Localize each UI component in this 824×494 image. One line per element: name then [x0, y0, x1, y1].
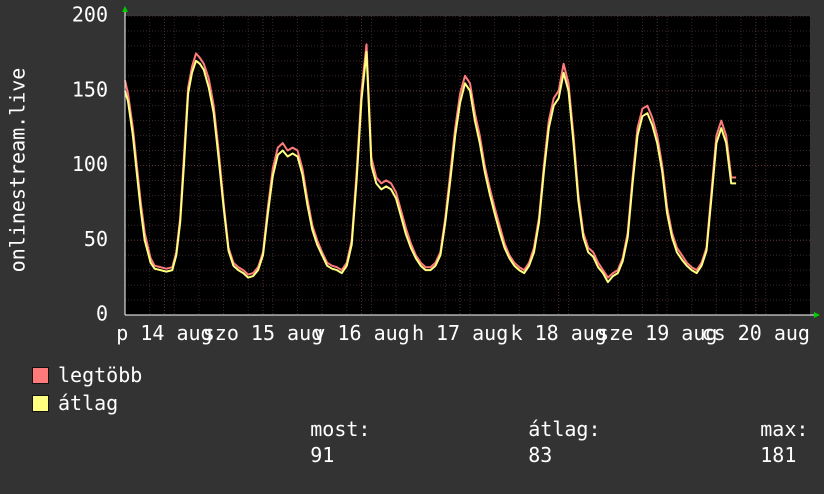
legend-swatch-max	[32, 367, 49, 384]
stat-avg-value: 83	[528, 443, 553, 467]
x-tick-label: sze 19 aug	[597, 321, 717, 345]
y-tick-label: 50	[84, 227, 108, 251]
legend-row-max: legtöbb	[32, 362, 822, 390]
y-tick-label: 200	[72, 3, 108, 27]
y-tick-label: 150	[72, 77, 108, 101]
y-tick-label: 100	[72, 152, 108, 176]
y-axis-arrow	[122, 6, 128, 12]
stat-now-value: 91	[310, 443, 335, 467]
legend: legtöbb átlag most: 91 átlag: 83 max: 18…	[32, 362, 822, 467]
stat-max-label: max:	[760, 417, 809, 441]
legend-label-avg: átlag	[58, 391, 119, 415]
stat-now-label: most:	[310, 417, 371, 441]
x-tick-label: szo 15 aug	[203, 321, 323, 345]
x-tick-label: k 18 aug	[511, 321, 607, 345]
stat-max-value: 181	[760, 443, 797, 467]
x-tick-label: h 17 aug	[412, 321, 508, 345]
chart: 0 50 100 150 200 p 14 augszo 15 augv 16 aug h …	[6, 3, 820, 345]
stat-avg-label: átlag:	[528, 417, 601, 441]
x-tick-label: p 14 aug	[116, 321, 212, 345]
y-tick-label: 0	[96, 302, 108, 326]
x-tick-label: v 16 aug	[313, 321, 409, 345]
legend-row-avg: átlag most: 91 átlag: 83 max: 181	[32, 390, 822, 467]
legend-swatch-avg	[32, 395, 49, 412]
grid-layer	[124, 15, 810, 315]
x-axis-arrow	[814, 312, 820, 318]
stat-now: most: 91	[238, 390, 370, 494]
legend-label-max: legtöbb	[58, 363, 143, 387]
stat-avg: átlag: 83	[456, 390, 601, 494]
stat-max: max: 181	[688, 390, 808, 494]
x-tick-label: cs 20 aug	[702, 321, 810, 345]
y-axis-label: onlinestream.live	[6, 68, 30, 273]
